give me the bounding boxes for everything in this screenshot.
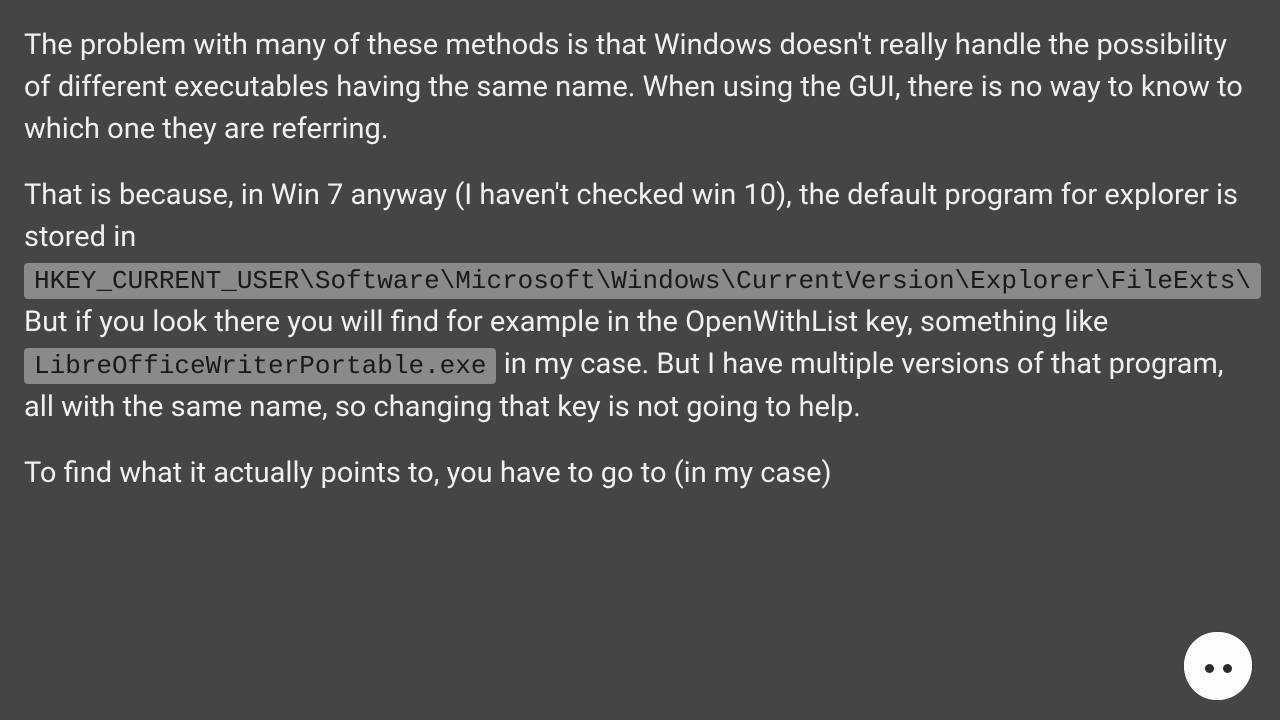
paragraph-3: To find what it actually points to, you … — [24, 452, 1256, 494]
p2-text-a: That is because, in Win 7 anyway (I have… — [24, 178, 1238, 254]
avatar-eye-left — [1205, 664, 1214, 673]
avatar-eye-right — [1223, 664, 1232, 673]
paragraph-1: The problem with many of these methods i… — [24, 24, 1256, 150]
paragraph-2: That is because, in Win 7 anyway (I have… — [24, 174, 1256, 428]
exe-name-code: LibreOfficeWriterPortable.exe — [24, 348, 496, 384]
avatar-icon — [1184, 632, 1252, 700]
p2-text-b: But if you look there you will find for … — [24, 305, 1108, 339]
registry-path-code: HKEY_CURRENT_USER\Software\Microsoft\Win… — [24, 263, 1261, 299]
